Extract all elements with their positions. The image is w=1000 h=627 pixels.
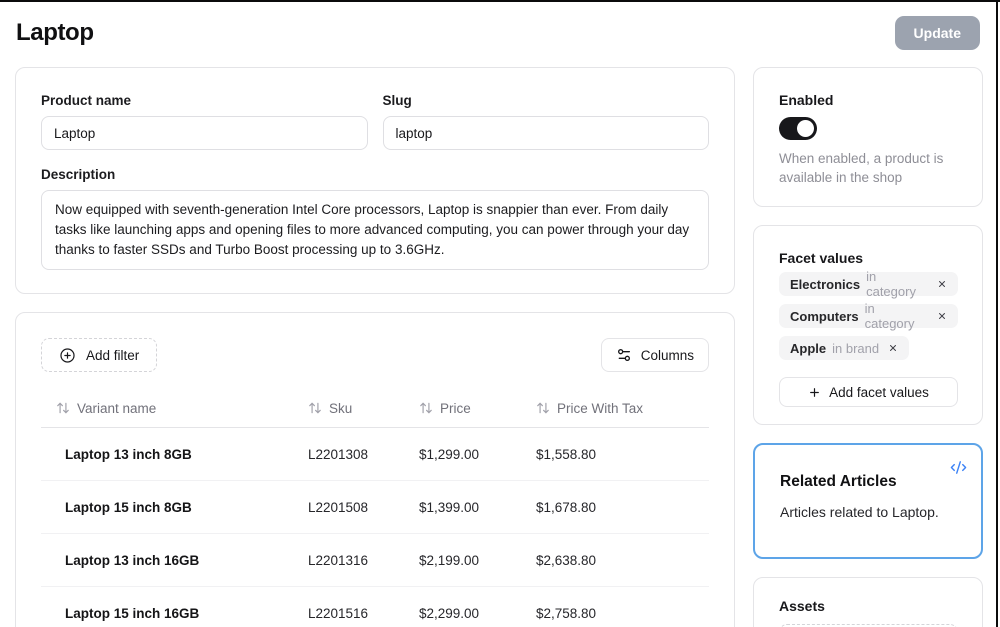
table-row[interactable]: Laptop 13 inch 8GB L2201308 $1,299.00 $1… xyxy=(41,428,709,481)
add-filter-button[interactable]: Add filter xyxy=(41,338,157,372)
cell-price: $1,399.00 xyxy=(419,500,536,515)
facet-values-panel: Facet values Electronics in category Com… xyxy=(753,225,983,425)
add-facet-values-button[interactable]: Add facet values xyxy=(779,377,958,407)
remove-facet-icon[interactable] xyxy=(888,343,898,353)
slug-label: Slug xyxy=(383,93,710,108)
table-row[interactable]: Laptop 13 inch 16GB L2201316 $2,199.00 $… xyxy=(41,534,709,587)
product-detail-page: Laptop Update Product name Slug Descript… xyxy=(0,0,1000,627)
facet-chip-name: Computers xyxy=(790,309,859,324)
header-sku[interactable]: Sku xyxy=(308,401,419,416)
toggle-knob xyxy=(797,120,814,137)
table-header-row: Variant name Sku Price Price With T xyxy=(41,389,709,428)
enabled-help-text: When enabled, a product is available in … xyxy=(779,149,958,187)
table-row[interactable]: Laptop 15 inch 8GB L2201508 $1,399.00 $1… xyxy=(41,481,709,534)
remove-facet-icon[interactable] xyxy=(937,311,947,321)
main-column: Product name Slug Description Now equipp… xyxy=(15,67,735,627)
facet-chip: Computers in category xyxy=(779,304,958,328)
related-articles-body: Articles related to Laptop. xyxy=(780,504,957,520)
header-label: Sku xyxy=(329,401,352,416)
cell-price-with-tax: $2,758.80 xyxy=(536,606,709,621)
header-price[interactable]: Price xyxy=(419,401,536,416)
sort-icon xyxy=(56,401,70,415)
window-edge-top xyxy=(0,0,1000,2)
name-slug-row: Product name Slug xyxy=(41,93,709,150)
page-header: Laptop Update xyxy=(0,0,1000,52)
cell-variant-name: Laptop 13 inch 8GB xyxy=(41,447,308,462)
table-toolbar: Add filter Columns xyxy=(41,338,709,372)
variants-table: Variant name Sku Price Price With T xyxy=(41,389,709,627)
facet-chip-facet: in category xyxy=(865,301,928,331)
facet-values-title: Facet values xyxy=(779,250,958,266)
header-label: Price xyxy=(440,401,471,416)
header-label: Variant name xyxy=(77,401,156,416)
slug-input[interactable] xyxy=(383,116,710,150)
facet-chip-name: Electronics xyxy=(790,277,860,292)
cell-sku: L2201516 xyxy=(308,606,419,621)
plus-circle-icon xyxy=(59,347,76,364)
cell-price-with-tax: $1,558.80 xyxy=(536,447,709,462)
plus-icon xyxy=(808,386,821,399)
assets-panel: Assets xyxy=(753,577,983,627)
facet-chip-name: Apple xyxy=(790,341,826,356)
slug-field-group: Slug xyxy=(383,93,710,150)
enabled-toggle[interactable] xyxy=(779,117,817,140)
cell-price: $2,199.00 xyxy=(419,553,536,568)
window-edge-right xyxy=(996,0,998,627)
remove-facet-icon[interactable] xyxy=(937,279,947,289)
cell-price: $1,299.00 xyxy=(419,447,536,462)
cell-variant-name: Laptop 15 inch 16GB xyxy=(41,606,308,621)
add-facet-values-label: Add facet values xyxy=(829,385,929,400)
product-details-card: Product name Slug Description Now equipp… xyxy=(15,67,735,294)
cell-price-with-tax: $2,638.80 xyxy=(536,553,709,568)
header-variant-name[interactable]: Variant name xyxy=(41,401,308,416)
variants-card: Add filter Columns Variant name xyxy=(15,312,735,627)
sort-icon xyxy=(308,401,322,415)
related-articles-title: Related Articles xyxy=(780,473,957,491)
cell-price: $2,299.00 xyxy=(419,606,536,621)
related-articles-panel: Related Articles Articles related to Lap… xyxy=(753,443,983,559)
assets-title: Assets xyxy=(779,598,958,614)
cell-sku: L2201308 xyxy=(308,447,419,462)
cell-price-with-tax: $1,678.80 xyxy=(536,500,709,515)
header-label: Price With Tax xyxy=(557,401,643,416)
columns-label: Columns xyxy=(641,348,694,363)
columns-button[interactable]: Columns xyxy=(601,338,709,372)
add-filter-label: Add filter xyxy=(86,348,139,363)
code-icon[interactable] xyxy=(950,459,967,481)
product-name-input[interactable] xyxy=(41,116,368,150)
sidebar: Enabled When enabled, a product is avail… xyxy=(753,67,983,627)
product-name-label: Product name xyxy=(41,93,368,108)
content-area: Product name Slug Description Now equipp… xyxy=(0,52,1000,627)
description-label: Description xyxy=(41,167,709,182)
facet-chip-facet: in category xyxy=(866,269,928,299)
facet-chip: Apple in brand xyxy=(779,336,909,360)
sort-icon xyxy=(419,401,433,415)
cell-variant-name: Laptop 13 inch 16GB xyxy=(41,553,308,568)
sort-icon xyxy=(536,401,550,415)
facet-chip-facet: in brand xyxy=(832,341,879,356)
description-textarea[interactable]: Now equipped with seventh-generation Int… xyxy=(41,190,709,270)
product-name-field-group: Product name xyxy=(41,93,368,150)
column-settings-icon xyxy=(616,347,632,363)
cell-sku: L2201508 xyxy=(308,500,419,515)
table-row[interactable]: Laptop 15 inch 16GB L2201516 $2,299.00 $… xyxy=(41,587,709,627)
cell-sku: L2201316 xyxy=(308,553,419,568)
header-price-with-tax[interactable]: Price With Tax xyxy=(536,401,709,416)
facet-chip: Electronics in category xyxy=(779,272,958,296)
update-button[interactable]: Update xyxy=(895,16,980,50)
cell-variant-name: Laptop 15 inch 8GB xyxy=(41,500,308,515)
facet-chip-list: Electronics in category Computers in cat… xyxy=(779,272,958,360)
enabled-panel: Enabled When enabled, a product is avail… xyxy=(753,67,983,207)
page-title: Laptop xyxy=(16,19,94,47)
enabled-title: Enabled xyxy=(779,92,958,108)
